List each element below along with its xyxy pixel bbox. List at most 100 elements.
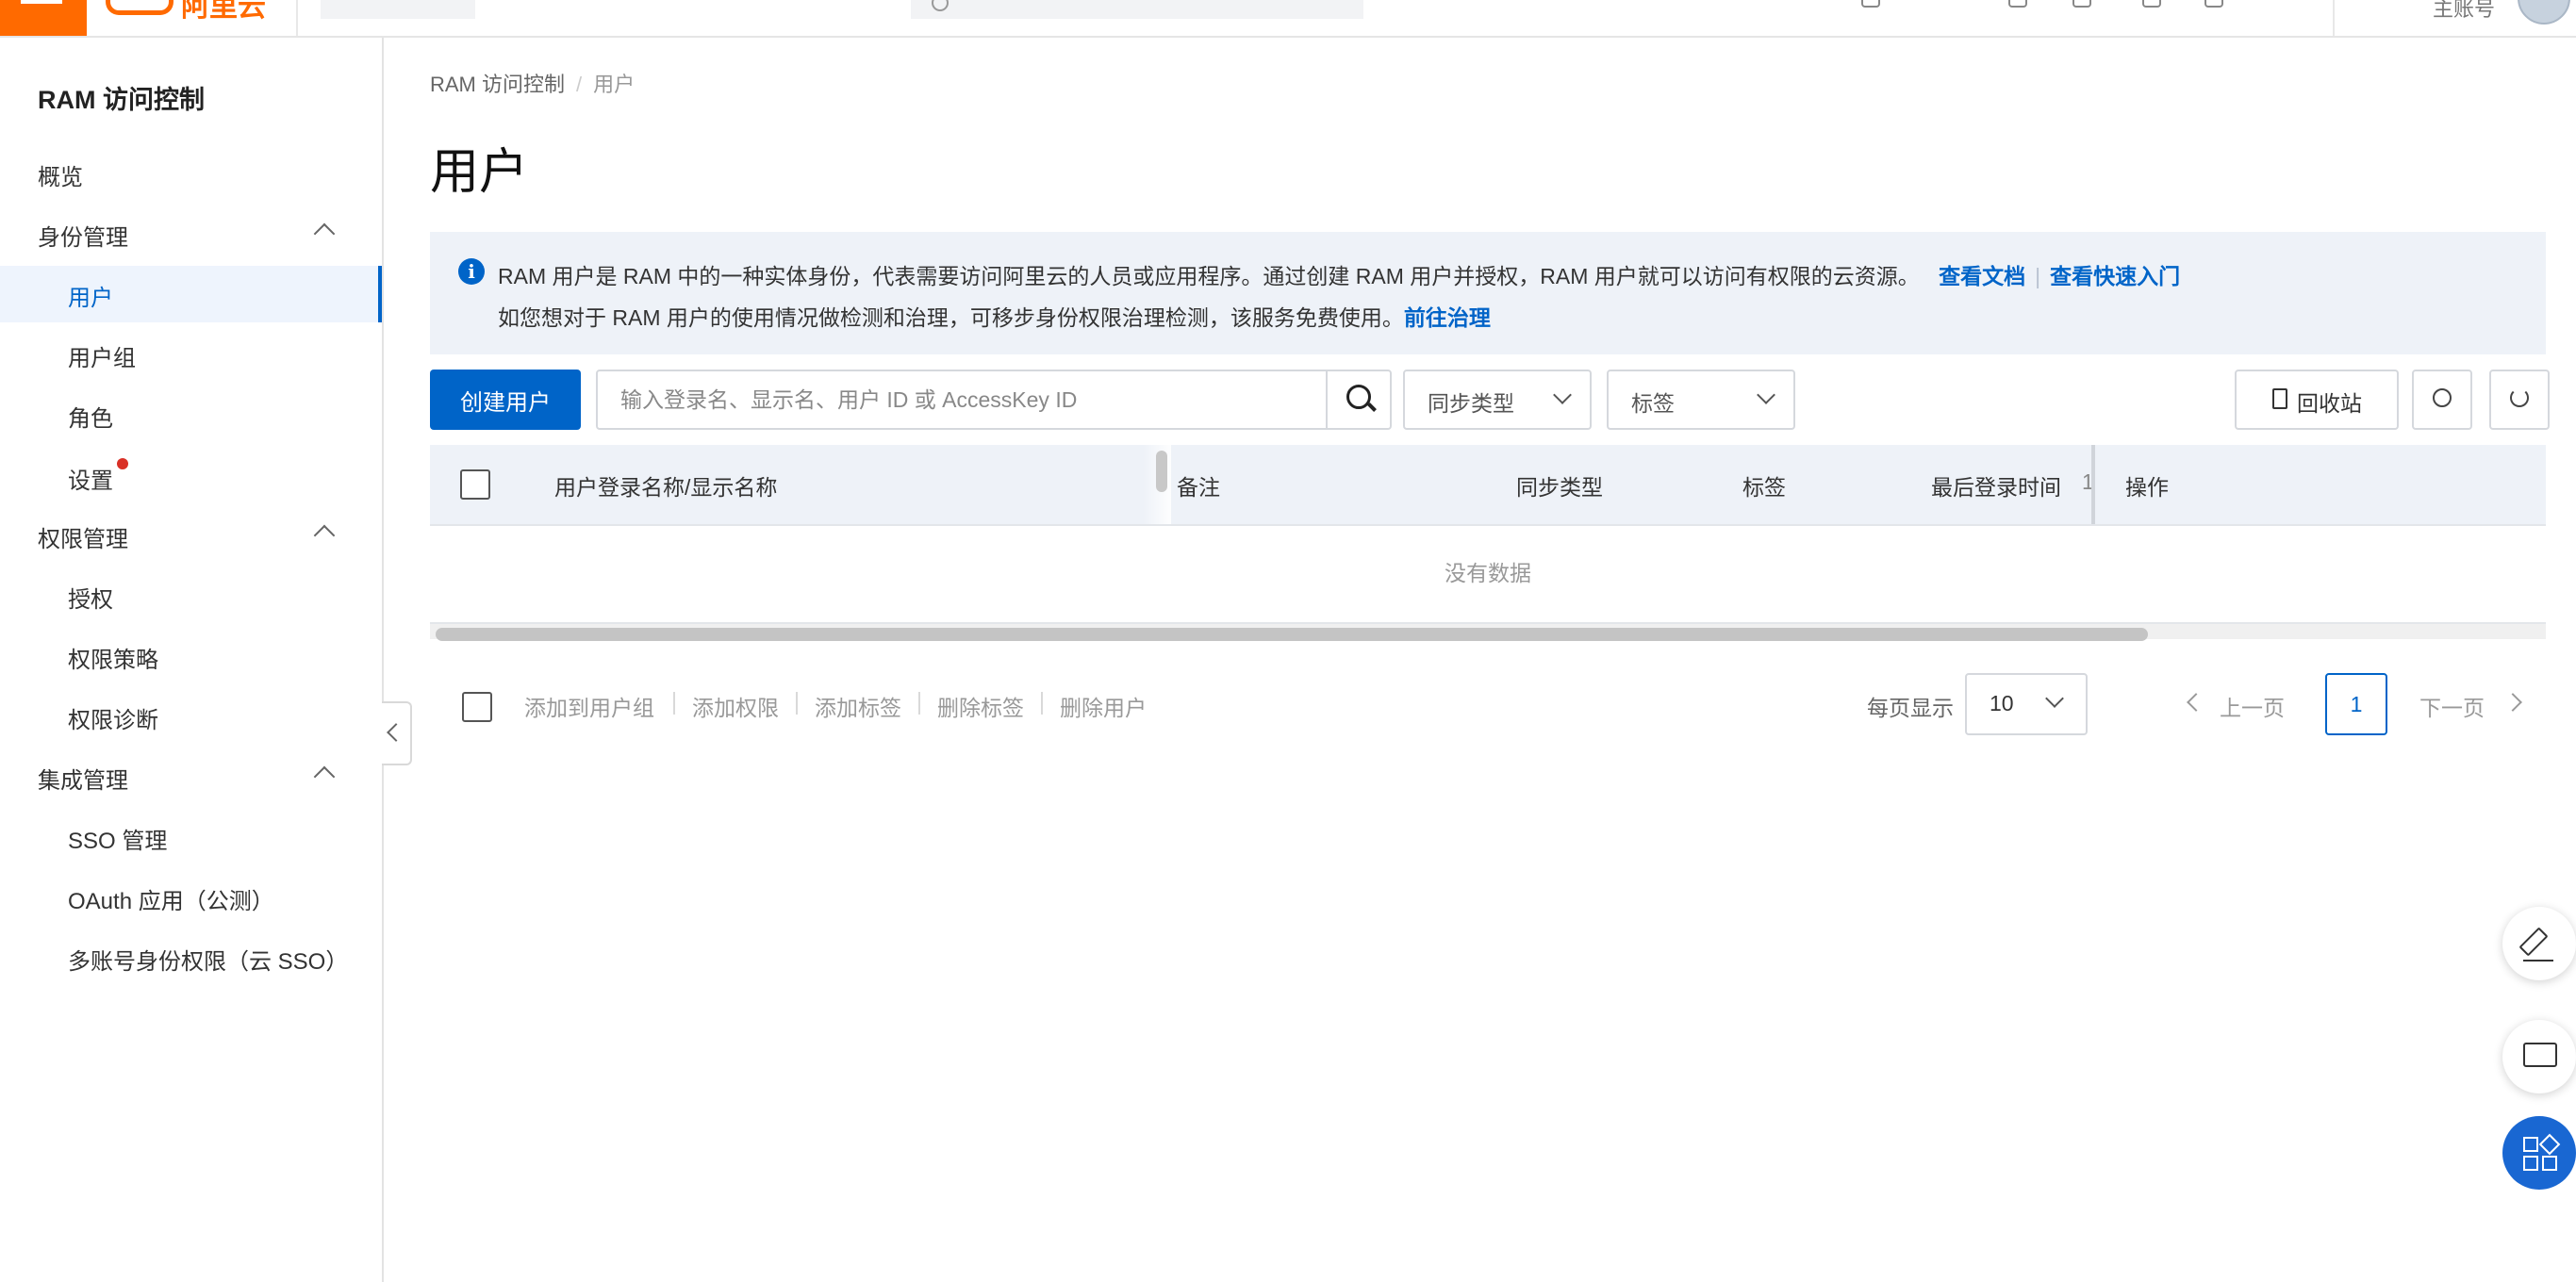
chevron-up-icon — [313, 765, 336, 788]
workspace-selector[interactable] — [321, 0, 475, 19]
add-tag-action[interactable]: 添加标签 — [815, 690, 901, 722]
menu-icon — [21, 0, 62, 4]
select-all-checkbox[interactable] — [460, 469, 490, 500]
recycle-bin-button[interactable]: 回收站 — [2235, 370, 2399, 430]
sidebar-group-identity[interactable]: 身份管理 — [0, 205, 382, 262]
sidebar-item-roles[interactable]: 角色 — [0, 386, 382, 443]
chat-button[interactable] — [2502, 1020, 2576, 1093]
page-size-label: 每页显示 — [1867, 696, 1954, 720]
link-divider: | — [2035, 264, 2041, 288]
notice-line-1: RAM 用户是 RAM 中的一种实体身份，代表需要访问阿里云的人员或应用程序。通… — [498, 258, 2180, 290]
top-bar: 阿里云 主账号 — [0, 0, 2576, 38]
breadcrumb-separator: / — [576, 73, 583, 96]
chevron-right-icon — [2503, 693, 2522, 712]
sidebar-item-label: 权限管理 — [38, 527, 128, 552]
column-header-tags[interactable]: 标签 — [1742, 469, 1786, 501]
search-icon — [932, 0, 949, 11]
edit-feedback-button[interactable] — [2502, 907, 2576, 980]
batch-select-checkbox[interactable] — [462, 692, 492, 722]
select-label: 同步类型 — [1428, 391, 1514, 416]
help-icon[interactable] — [2142, 0, 2161, 8]
select-label: 标签 — [1631, 391, 1675, 416]
go-govern-link[interactable]: 前往治理 — [1404, 305, 1491, 330]
column-header-username[interactable]: 用户登录名称/显示名称 — [554, 469, 777, 501]
column-header-sync-type[interactable]: 同步类型 — [1516, 469, 1603, 501]
sidebar-group-integration[interactable]: 集成管理 — [0, 748, 382, 805]
apps-icon-square — [2523, 1156, 2538, 1171]
sidebar-item-oauth[interactable]: OAuth 应用（公测） — [0, 869, 382, 926]
sidebar-item-label: 角色 — [68, 406, 113, 432]
sidebar-group-permissions[interactable]: 权限管理 — [0, 507, 382, 564]
page-size-value: 10 — [1990, 691, 2014, 715]
user-search-input[interactable] — [598, 371, 1360, 428]
aliyun-logo[interactable]: 阿里云 — [106, 0, 266, 23]
page-number-current[interactable]: 1 — [2325, 673, 2387, 735]
sidebar-collapse-button[interactable] — [382, 701, 412, 765]
page-size-select[interactable]: 10 — [1965, 673, 2088, 735]
global-search-input[interactable] — [911, 0, 1363, 19]
language-icon[interactable] — [2204, 0, 2223, 8]
create-user-button[interactable]: 创建用户 — [430, 370, 581, 430]
next-page-button[interactable]: 下一页 — [2419, 690, 2485, 722]
horizontal-scrollbar-thumb[interactable] — [436, 628, 2148, 641]
sidebar-item-label: 多账号身份权限（云 SSO） — [68, 949, 349, 975]
info-notice: i RAM 用户是 RAM 中的一种实体身份，代表需要访问阿里云的人员或应用程序… — [430, 232, 2546, 354]
sidebar-item-label: 权限诊断 — [68, 708, 158, 733]
view-quickstart-link[interactable]: 查看快速入门 — [2050, 264, 2180, 288]
sidebar-item-users[interactable]: 用户 — [0, 266, 382, 322]
notification-icon[interactable] — [2072, 0, 2091, 8]
sidebar-item-label: 身份管理 — [38, 225, 128, 251]
delete-user-action[interactable]: 删除用户 — [1060, 690, 1147, 722]
empty-state-text: 没有数据 — [430, 524, 2546, 624]
sidebar-item-sso[interactable]: SSO 管理 — [0, 809, 382, 865]
sidebar-item-policies[interactable]: 权限策略 — [0, 628, 382, 684]
notice-text: RAM 用户是 RAM 中的一种实体身份，代表需要访问阿里云的人员或应用程序。通… — [498, 264, 1920, 288]
sidebar-title: RAM 访问控制 — [38, 86, 205, 114]
column-settings-button[interactable] — [2412, 370, 2472, 430]
top-divider — [2333, 0, 2335, 36]
column-header-last-login[interactable]: 最后登录时间 — [1931, 469, 2061, 501]
sidebar-item-cloud-sso[interactable]: 多账号身份权限（云 SSO） — [0, 929, 382, 986]
prev-page-button[interactable]: 上一页 — [2220, 690, 2285, 722]
sidebar-item-grants[interactable]: 授权 — [0, 567, 382, 624]
cost-icon[interactable] — [1861, 0, 1880, 8]
account-name[interactable]: 主账号 — [2433, 0, 2495, 23]
chevron-down-icon — [2045, 689, 2064, 708]
sidebar-item-label: OAuth 应用（公测） — [68, 889, 274, 914]
add-permission-action[interactable]: 添加权限 — [692, 690, 779, 722]
logo-text: 阿里云 — [181, 0, 266, 23]
ticket-icon[interactable] — [2008, 0, 2027, 8]
sidebar-item-label: 权限策略 — [68, 648, 158, 673]
user-search-box — [596, 370, 1392, 430]
sidebar-item-settings[interactable]: 设置 — [0, 449, 382, 505]
sidebar-item-overview[interactable]: 概览 — [0, 145, 382, 202]
gear-icon — [2433, 388, 2452, 407]
sidebar: RAM 访问控制 概览 身份管理 用户 用户组 角色 设置 权限管理 授权 权限… — [0, 38, 384, 1282]
breadcrumb-root-link[interactable]: RAM 访问控制 — [430, 73, 565, 96]
remove-tag-action[interactable]: 删除标签 — [937, 690, 1024, 722]
apps-icon — [2523, 1137, 2538, 1152]
column-header-remark[interactable]: 备注 — [1177, 469, 1220, 501]
info-icon: i — [458, 258, 485, 285]
pencil-baseline — [2523, 960, 2553, 962]
chevron-down-icon — [1757, 386, 1775, 404]
apps-button[interactable] — [2502, 1116, 2576, 1190]
sidebar-item-label: 用户组 — [68, 346, 136, 371]
new-badge-dot — [117, 458, 128, 469]
sidebar-item-diagnostics[interactable]: 权限诊断 — [0, 688, 382, 745]
breadcrumb-current: 用户 — [593, 73, 636, 96]
add-to-group-action[interactable]: 添加到用户组 — [524, 690, 654, 722]
tag-select[interactable]: 标签 — [1607, 370, 1795, 430]
avatar[interactable] — [2518, 0, 2570, 25]
action-divider — [918, 692, 920, 715]
breadcrumb: RAM 访问控制 / 用户 — [430, 68, 635, 98]
sync-type-select[interactable]: 同步类型 — [1403, 370, 1592, 430]
column-resize-handle[interactable] — [1156, 451, 1167, 492]
hamburger-menu-button[interactable] — [0, 0, 87, 36]
refresh-button[interactable] — [2489, 370, 2550, 430]
search-button[interactable] — [1326, 371, 1392, 428]
sidebar-item-user-groups[interactable]: 用户组 — [0, 326, 382, 383]
view-docs-link[interactable]: 查看文档 — [1939, 264, 2025, 288]
action-divider — [1041, 692, 1043, 715]
sidebar-item-label: 用户 — [68, 286, 113, 311]
